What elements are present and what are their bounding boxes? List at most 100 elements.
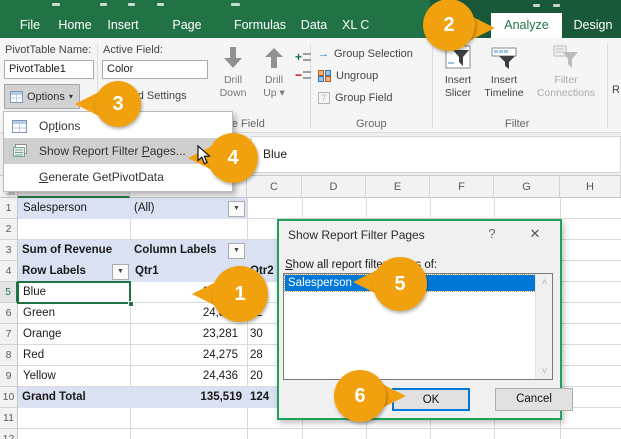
refresh-button-partial[interactable]: R: [612, 84, 620, 96]
drill-up-button[interactable]: Drill Up ▾: [253, 46, 295, 100]
callout-1: 1: [212, 266, 268, 322]
callout-3: 3: [95, 81, 141, 127]
row-header-11[interactable]: 11: [0, 408, 18, 429]
column-header-h[interactable]: H: [560, 176, 621, 198]
titlebar-icon-fragment: [533, 4, 540, 7]
cell-b9[interactable]: 24,436: [130, 366, 243, 387]
tab-home[interactable]: Home: [56, 13, 94, 38]
formula-bar-input[interactable]: Blue: [251, 136, 621, 173]
cell-a9[interactable]: Yellow: [18, 366, 130, 387]
callout-4: 4: [208, 133, 258, 183]
row-header-8[interactable]: 8: [0, 345, 18, 366]
tab-page-layout[interactable]: Page Layout: [152, 13, 222, 38]
group-field-icon: 7: [318, 92, 330, 104]
insert-timeline-button[interactable]: Insert Timeline: [479, 44, 529, 100]
tab-design[interactable]: Design: [568, 13, 618, 38]
options-button[interactable]: Options ▾: [4, 84, 80, 109]
column-header-g[interactable]: G: [494, 176, 560, 198]
cell-a10[interactable]: Grand Total: [18, 387, 130, 408]
group-field-button[interactable]: 7 Group Field: [318, 92, 392, 104]
tab-xl-c[interactable]: XL C: [342, 13, 392, 38]
tab-insert[interactable]: Insert: [104, 13, 142, 38]
dropdown-caret-icon: ▾: [69, 92, 73, 101]
row-header-7[interactable]: 7: [0, 324, 18, 345]
timeline-icon: [491, 44, 517, 70]
right-arrow-icon: →: [318, 48, 329, 60]
scroll-down-arrow-icon[interactable]: ˅: [536, 363, 553, 379]
column-labels-filter-button[interactable]: ▼: [228, 243, 245, 259]
ribbon-separator: [432, 44, 433, 128]
row-labels-filter-button[interactable]: ▼: [112, 264, 129, 280]
report-filter-dropdown-button[interactable]: ▼: [228, 201, 245, 217]
filter-connections-button[interactable]: Filter Connections: [530, 44, 602, 100]
drill-up-arrow-icon: [261, 46, 287, 70]
column-header-e[interactable]: E: [366, 176, 430, 198]
ribbon-separator: [607, 44, 608, 128]
expand-field-button[interactable]: +: [295, 48, 311, 66]
row-header-6[interactable]: 6: [0, 303, 18, 324]
dialog-close-button[interactable]: ✕: [523, 226, 547, 242]
cell-b7[interactable]: 23,281: [130, 324, 243, 345]
cell-b10[interactable]: 135,519: [130, 387, 247, 408]
active-field-label: Active Field:: [103, 44, 163, 56]
tab-file[interactable]: File: [14, 13, 46, 38]
cell-b8[interactable]: 24,275: [130, 345, 243, 366]
group-group-label: Group: [356, 118, 387, 130]
column-header-f[interactable]: F: [430, 176, 494, 198]
row-header-1[interactable]: 1: [0, 198, 18, 219]
active-cell-selection-border: [17, 281, 131, 304]
excel-window: File Home Insert Page Layout Formulas Da…: [0, 0, 621, 439]
fill-handle[interactable]: [128, 301, 134, 307]
tab-analyze[interactable]: Analyze: [491, 13, 562, 38]
options-menu-icon: [12, 120, 27, 133]
insert-slicer-button[interactable]: Insert Slicer: [438, 44, 478, 100]
dialog-help-button[interactable]: ?: [482, 226, 502, 241]
row-header-5[interactable]: 5: [0, 282, 18, 303]
active-field-input[interactable]: Color: [102, 60, 208, 79]
cell-a1[interactable]: Salesperson: [18, 198, 130, 219]
lines-glyph: [303, 71, 311, 79]
column-header-d[interactable]: D: [302, 176, 366, 198]
lines-glyph: [303, 53, 311, 61]
report-filter-pages-icon: [12, 144, 27, 158]
quick-access-toolbar-icon[interactable]: [52, 3, 60, 6]
cell-a7[interactable]: Orange: [18, 324, 130, 345]
show-report-filter-pages-dialog: Show Report Filter Pages ? ✕ Show all re…: [277, 219, 562, 420]
row-header-10[interactable]: 10: [0, 387, 18, 408]
minus-icon: −: [295, 68, 302, 82]
cell-a3[interactable]: Sum of Revenue: [18, 240, 130, 261]
quick-access-toolbar-icon[interactable]: [128, 3, 135, 6]
row-header-9[interactable]: 9: [0, 366, 18, 387]
scroll-up-arrow-icon[interactable]: ˄: [536, 274, 553, 290]
filter-group-label: Filter: [505, 118, 529, 130]
quick-access-toolbar-icon[interactable]: [157, 3, 164, 6]
drill-down-arrow-icon: [220, 46, 246, 70]
pivottable-name-label: PivotTable Name:: [5, 44, 91, 56]
group-selection-button[interactable]: → Group Selection: [318, 48, 413, 60]
callout-2: 2: [423, 0, 475, 51]
drill-down-button[interactable]: Drill Down: [212, 46, 254, 100]
pivottable-name-input[interactable]: PivotTable1: [4, 60, 94, 79]
row-header-12[interactable]: 12: [0, 429, 18, 439]
listbox-scrollbar[interactable]: ˄ ˅: [535, 274, 552, 379]
cell-a8[interactable]: Red: [18, 345, 130, 366]
row-header-2[interactable]: 2: [0, 219, 18, 240]
collapse-field-button[interactable]: −: [295, 66, 311, 84]
quick-access-toolbar-icon[interactable]: [100, 3, 107, 6]
ungroup-icon: [318, 70, 331, 82]
titlebar-text-fragment: [231, 3, 240, 6]
tab-formulas[interactable]: Formulas: [232, 13, 288, 38]
options-icon: [10, 91, 23, 103]
ungroup-button[interactable]: Ungroup: [318, 70, 378, 82]
filter-connections-icon: [553, 44, 579, 70]
mouse-cursor: [197, 145, 212, 166]
plus-icon: +: [295, 50, 302, 64]
cancel-button[interactable]: Cancel: [495, 388, 573, 411]
row-header-4[interactable]: 4: [0, 261, 18, 282]
cell-a6[interactable]: Green: [18, 303, 130, 324]
callout-5: 5: [373, 257, 427, 311]
tab-data[interactable]: Data: [298, 13, 330, 38]
titlebar-icon-fragment: [553, 4, 560, 7]
dialog-title: Show Report Filter Pages: [288, 228, 425, 242]
row-header-3[interactable]: 3: [0, 240, 18, 261]
